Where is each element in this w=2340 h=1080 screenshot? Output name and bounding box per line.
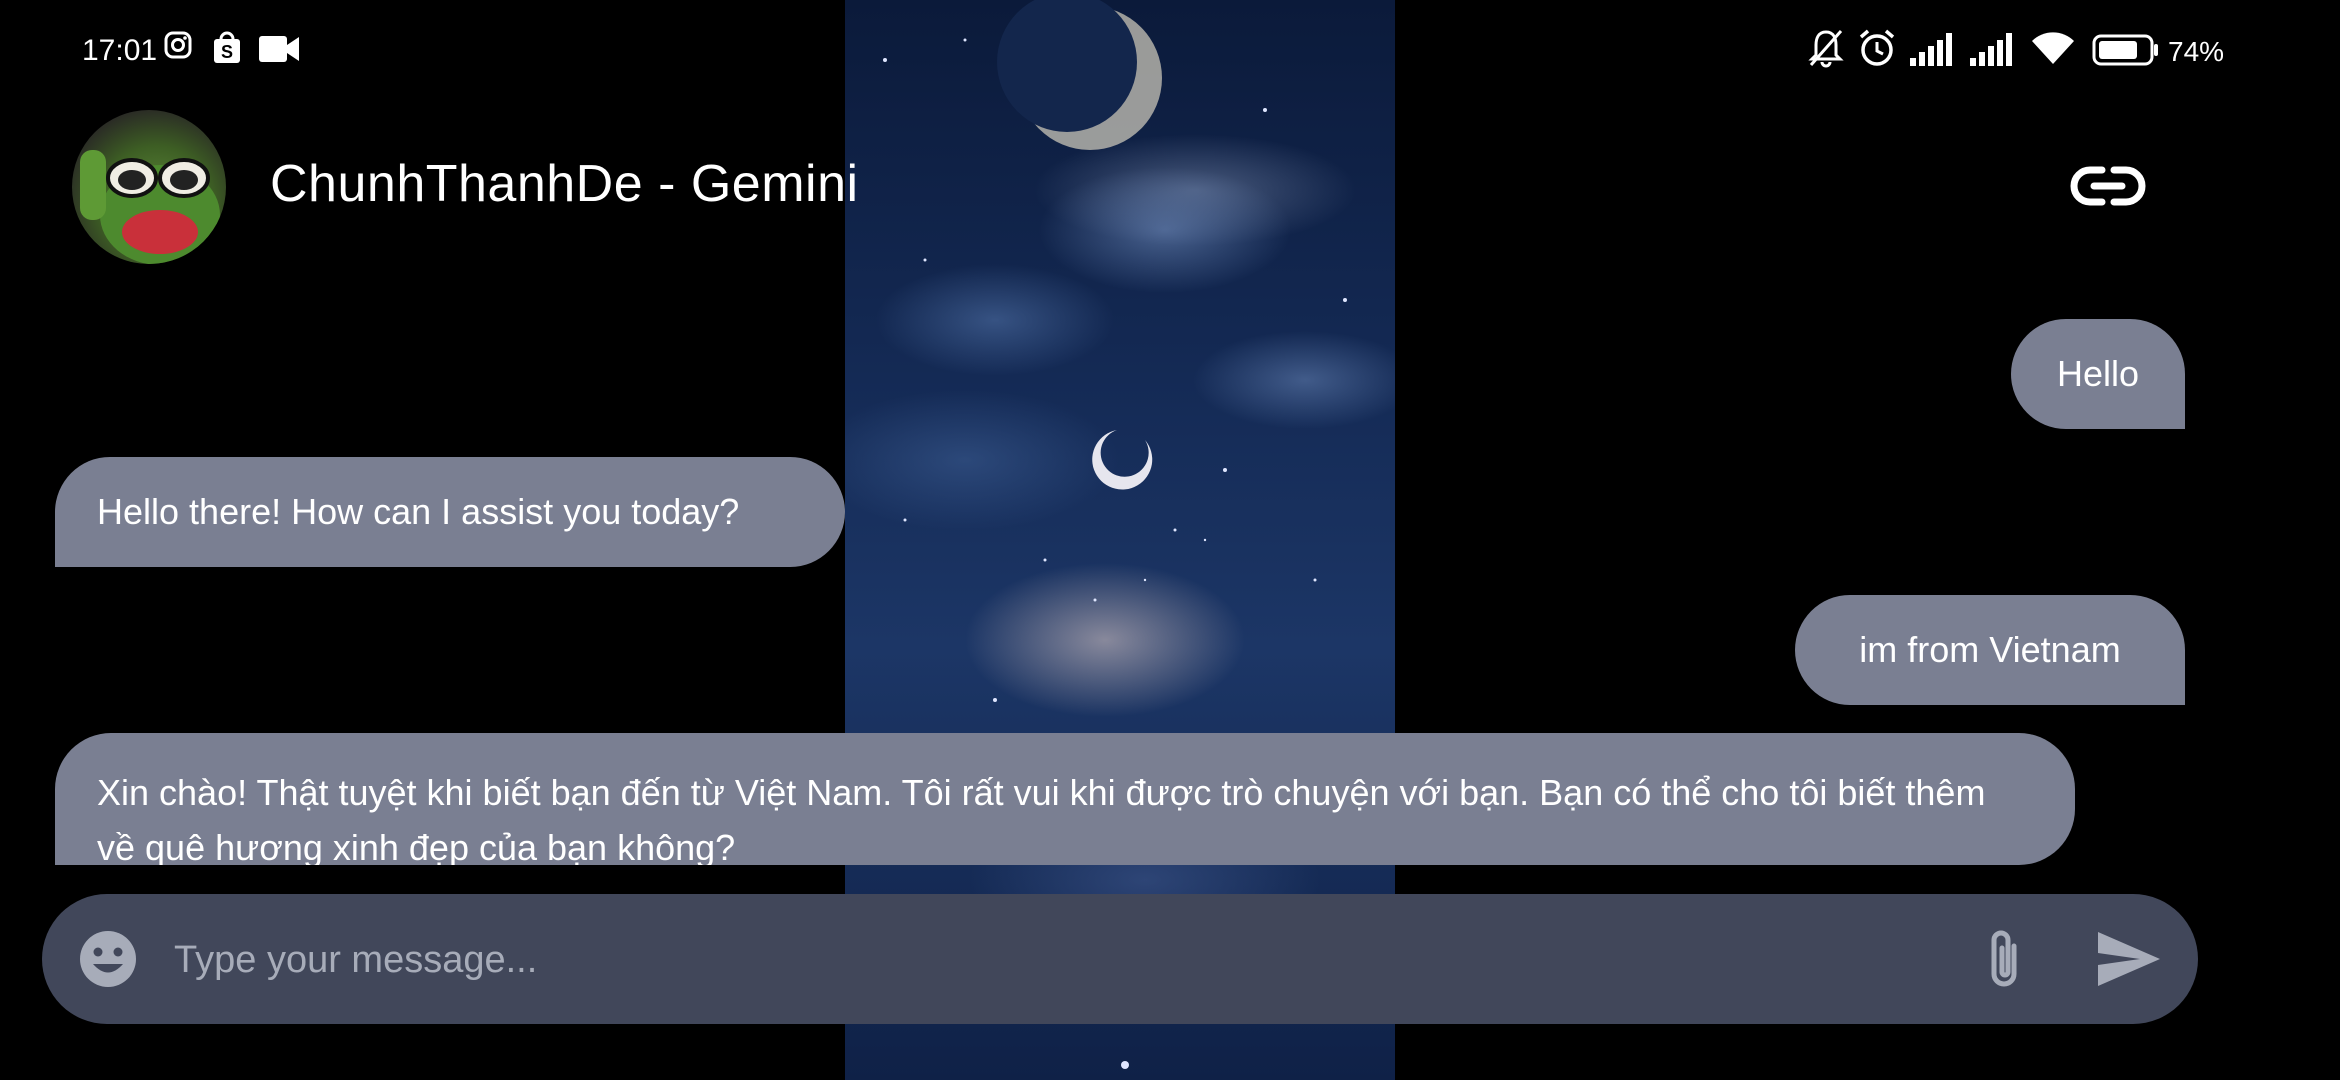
signal-icon <box>1970 32 2018 74</box>
message-input[interactable] <box>172 924 1976 996</box>
message-bubble-sent: Hello <box>2011 319 2185 429</box>
wifi-icon <box>2030 30 2076 74</box>
emoji-button[interactable] <box>78 929 138 989</box>
alarm-icon <box>1858 28 1896 76</box>
signal-icon <box>1910 32 1958 74</box>
message-bubble-received: Hello there! How can I assist you today? <box>55 457 845 567</box>
video-camera-icon <box>259 36 299 70</box>
send-icon <box>2098 932 2160 986</box>
message-bubble-sent: im from Vietnam <box>1795 595 2185 705</box>
send-button[interactable] <box>2094 928 2164 990</box>
message-bubble-received: Xin chào! Thật tuyệt khi biết bạn đến từ… <box>55 733 2075 865</box>
link-icon <box>2070 166 2146 206</box>
attach-button[interactable] <box>1974 924 2034 994</box>
battery-percent: 74% <box>2168 36 2225 67</box>
message-composer <box>42 894 2198 1024</box>
battery-icon <box>2092 34 2160 74</box>
paperclip-icon <box>1991 930 2017 987</box>
chat-title: ChunhThanhDe - Gemini <box>270 155 859 213</box>
svg-text:S: S <box>221 42 233 62</box>
instagram-icon <box>163 30 193 68</box>
shopee-icon: S <box>212 30 242 72</box>
bell-muted-icon <box>1808 28 1844 76</box>
emoji-icon <box>80 931 136 987</box>
status-time: 17:01 <box>82 34 158 67</box>
frog-avatar-image <box>80 150 220 264</box>
status-bar: 17:01 S 74% <box>0 0 2340 100</box>
avatar[interactable] <box>72 110 226 264</box>
link-button[interactable] <box>2068 160 2148 212</box>
